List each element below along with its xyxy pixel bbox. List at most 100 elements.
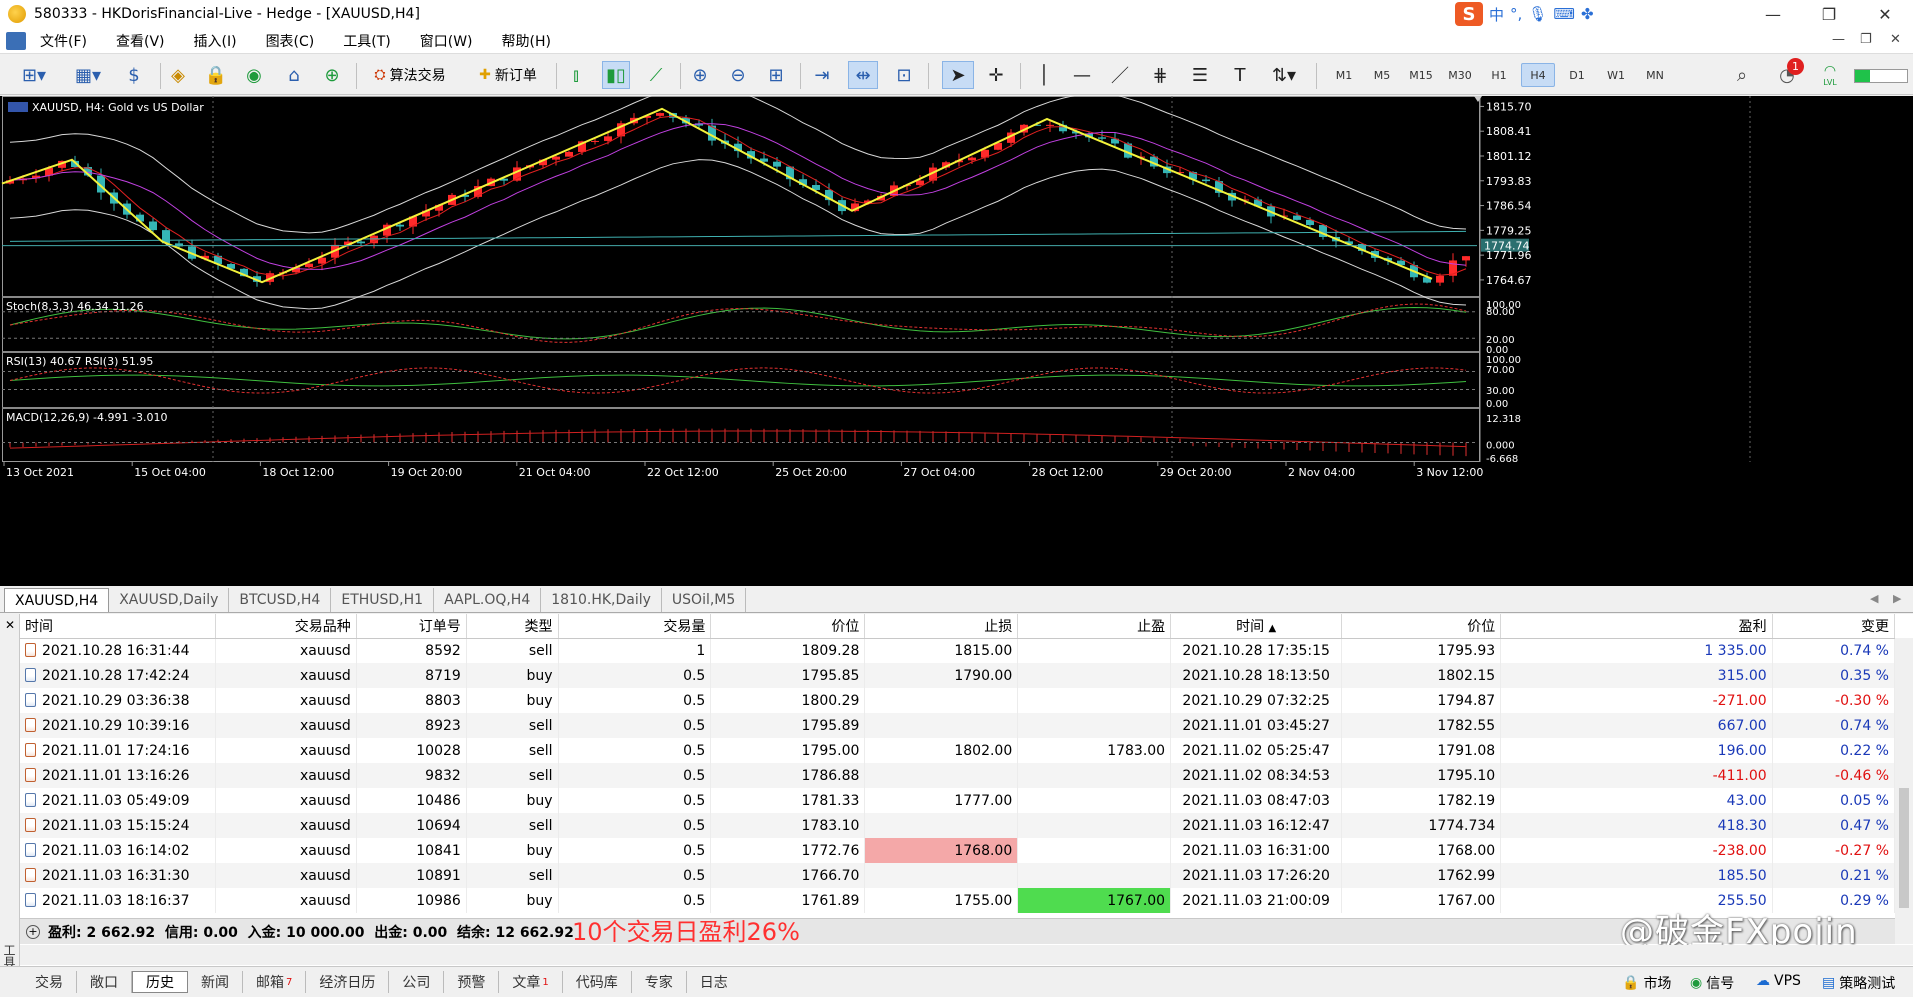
timeframe-w1[interactable]: W1 (1599, 63, 1633, 87)
signal-level-button[interactable]: ◠ LVL (1814, 61, 1846, 89)
history-row[interactable]: 2021.11.03 18:16:37 xauusd 10986 buy 0.5 1761… (20, 888, 1896, 913)
tabs-scroll-right-icon[interactable]: ▶ (1893, 592, 1901, 605)
fibonacci-icon[interactable]: ⋕ (1146, 61, 1174, 89)
tab-trade[interactable]: 交易 (22, 971, 77, 993)
profiles-icon[interactable]: ▦▾ (66, 61, 110, 89)
mdi-restore-button[interactable]: ❐ (1860, 32, 1872, 47)
tile-windows-icon[interactable]: ⊞ (762, 61, 790, 89)
chart-tab-btcusd-h4[interactable]: BTCUSD,H4 (229, 588, 332, 612)
chart-tab-usoil-m5[interactable]: USOil,M5 (662, 588, 747, 612)
data-window-icon[interactable]: ◈ (164, 61, 192, 89)
navigator-icon[interactable]: 🔒 (202, 61, 230, 89)
chart-tab-ethusd-h1[interactable]: ETHUSD,H1 (331, 588, 435, 612)
history-horizontal-scrollbar[interactable] (20, 945, 1913, 965)
expand-summary-icon[interactable]: + (26, 924, 40, 939)
ime-mic-icon[interactable]: 🎙 (1528, 5, 1547, 23)
channels-icon[interactable]: ☰ (1186, 61, 1214, 89)
chart-window-icon[interactable] (6, 31, 26, 50)
menu-insert[interactable]: 插入(I) (194, 31, 237, 51)
cursor-icon[interactable]: ➤ (942, 61, 974, 89)
minimize-button[interactable]: — (1750, 0, 1796, 28)
crosshair-icon[interactable]: ✛ (982, 61, 1010, 89)
mdi-close-button[interactable]: ✕ (1890, 32, 1901, 47)
candlestick-icon[interactable]: ▮▯ (602, 61, 630, 89)
terminal-icon[interactable]: ⌂ (280, 61, 308, 89)
ime-apps-icon[interactable]: ✤ (1581, 5, 1594, 23)
history-row[interactable]: 2021.10.28 16:31:44 xauusd 8592 sell 1 1809.2… (20, 638, 1896, 663)
tab-experts[interactable]: 专家 (632, 971, 687, 993)
ime-punct-icon[interactable]: °, (1510, 5, 1522, 23)
chart-tab-xauusd-h4[interactable]: XAUUSD,H4 (4, 588, 110, 612)
tabs-scroll-left-icon[interactable]: ◀ (1870, 592, 1878, 605)
col-close-price[interactable]: 价位 (1341, 614, 1502, 639)
col-take-profit[interactable]: 止盈 (1017, 614, 1172, 639)
vertical-line-icon[interactable]: │ (1032, 61, 1056, 89)
tab-mailbox[interactable]: 邮箱 7 (243, 971, 307, 993)
col-symbol[interactable]: 交易品种 (215, 614, 357, 639)
menu-tools[interactable]: 工具(T) (343, 31, 390, 51)
mdi-minimize-button[interactable]: — (1832, 32, 1845, 47)
algo-trading-button[interactable]: ⛭ 算法交易 (364, 61, 456, 89)
col-type[interactable]: 类型 (466, 614, 559, 639)
tab-journal[interactable]: 日志 (687, 971, 741, 993)
col-volume[interactable]: 交易量 (558, 614, 712, 639)
arrows-tool-icon[interactable]: ⇅▾ (1264, 61, 1304, 89)
market-watch-icon[interactable]: $ (120, 61, 148, 89)
close-button[interactable]: ✕ (1862, 0, 1908, 28)
zoom-out-icon[interactable]: ⊖ (724, 61, 752, 89)
text-tool-icon[interactable]: T (1226, 61, 1254, 89)
ime-toolbar[interactable]: S 中 °, 🎙 ⌨ ✤ (1455, 2, 1594, 26)
signals-button[interactable]: ◉ 信号 (1690, 973, 1734, 993)
market-button[interactable]: 🔒 市场 (1622, 973, 1671, 993)
indicators-icon[interactable]: ⊡ (890, 61, 918, 89)
ime-language[interactable]: 中 (1489, 4, 1504, 25)
history-vertical-scrollbar[interactable] (1895, 638, 1913, 944)
chart-tab-1810hk-daily[interactable]: 1810.HK,Daily (541, 588, 662, 612)
auto-scroll-icon[interactable]: ⇥ (808, 61, 836, 89)
tab-articles[interactable]: 文章 1 (499, 971, 563, 993)
timeframe-d1[interactable]: D1 (1560, 63, 1594, 87)
history-row[interactable]: 2021.11.03 05:49:09 xauusd 10486 buy 0.5 1781… (20, 788, 1896, 813)
col-order[interactable]: 订单号 (356, 614, 467, 639)
chart-tab-aapl-h4[interactable]: AAPL.OQ,H4 (434, 588, 542, 612)
chart-shift-icon[interactable]: ⇹ (848, 61, 878, 89)
timeframe-h4[interactable]: H4 (1521, 63, 1555, 87)
menu-file[interactable]: 文件(F) (40, 31, 87, 51)
col-change[interactable]: 变更 (1772, 614, 1896, 639)
tab-alerts[interactable]: 预警 (444, 971, 500, 993)
tab-code-base[interactable]: 代码库 (563, 971, 632, 993)
tab-company[interactable]: 公司 (389, 971, 445, 993)
tab-calendar[interactable]: 经济日历 (306, 971, 390, 993)
history-row[interactable]: 2021.11.01 17:24:16 xauusd 10028 sell 0.5 179… (20, 738, 1896, 763)
timeframe-h1[interactable]: H1 (1482, 63, 1516, 87)
bar-chart-icon[interactable]: ⫾ (562, 61, 590, 89)
history-row[interactable]: 2021.10.29 03:36:38 xauusd 8803 buy 0.5 1800.… (20, 688, 1896, 713)
col-profit[interactable]: 盈利 (1500, 614, 1773, 639)
trendline-icon[interactable]: ／ (1106, 61, 1134, 89)
history-row[interactable]: 2021.11.01 13:16:26 xauusd 9832 sell 0.5 1786… (20, 763, 1896, 788)
maximize-button[interactable]: ❐ (1806, 0, 1852, 28)
menu-window[interactable]: 窗口(W) (420, 31, 473, 51)
notifications-button[interactable]: ◔ 1 (1770, 58, 1804, 89)
horizontal-line-icon[interactable]: — (1068, 61, 1096, 89)
search-icon[interactable]: ⌕ (1728, 61, 1756, 89)
tab-exposure[interactable]: 敞口 (77, 971, 132, 993)
history-row[interactable]: 2021.10.28 17:42:24 xauusd 8719 buy 0.5 1795.… (20, 663, 1896, 688)
sogou-ime-icon[interactable]: S (1455, 2, 1483, 26)
chart-canvas[interactable]: 1774.741815.701808.411801.121793.831786.… (0, 96, 1913, 586)
signals-icon[interactable]: ◉ (240, 61, 268, 89)
col-stop-loss[interactable]: 止损 (864, 614, 1019, 639)
menu-charts[interactable]: 图表(C) (266, 31, 315, 51)
new-order-button[interactable]: ✚ 新订单 (468, 61, 548, 89)
col-open-time[interactable]: 时间 (20, 614, 217, 639)
col-close-time[interactable]: 时间 ▲ (1170, 614, 1343, 639)
chart-tab-xauusd-daily[interactable]: XAUUSD,Daily (109, 588, 230, 612)
history-row[interactable]: 2021.11.03 15:15:24 xauusd 10694 sell 0.5 178… (20, 813, 1896, 838)
close-toolbox-icon[interactable]: ✕ (5, 618, 15, 632)
history-row[interactable]: 2021.10.29 10:39:16 xauusd 8923 sell 0.5 1795… (20, 713, 1896, 738)
strategy-tester-icon[interactable]: ⊕ (318, 61, 346, 89)
history-row[interactable]: 2021.11.03 16:31:30 xauusd 10891 sell 0.5 176… (20, 863, 1896, 888)
vps-button[interactable]: ☁ VPS (1756, 973, 1801, 989)
line-chart-icon[interactable]: ⟋ (642, 61, 670, 89)
tab-news[interactable]: 新闻 (188, 971, 243, 993)
